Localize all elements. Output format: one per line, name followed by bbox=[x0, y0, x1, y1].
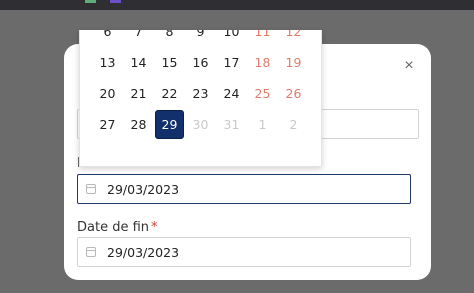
end-date-value: 29/03/2023 bbox=[107, 244, 180, 260]
end-date-label: Date de fin * bbox=[77, 220, 158, 235]
calendar-day[interactable]: 24 bbox=[216, 78, 247, 109]
calendar-icon bbox=[86, 184, 96, 194]
calendar-day: 30 bbox=[192, 117, 209, 132]
calendar-day: 2 bbox=[289, 117, 298, 132]
calendar-day[interactable]: 26 bbox=[278, 78, 309, 109]
calendar-day[interactable]: 20 bbox=[92, 78, 123, 109]
calendar-day-grid: 6 7 8 9 10 11 12 13 14 15 16 17 18 19 20 21 22 23 24 25 26 27… bbox=[92, 30, 309, 140]
date-picker-popup: 6 7 8 9 10 11 12 13 14 15 16 17 18 19 20 21 22 23 24 25 26 27… bbox=[79, 30, 322, 167]
calendar-day[interactable]: 14 bbox=[123, 47, 154, 78]
calendar-day[interactable]: 7 bbox=[123, 30, 154, 47]
calendar-day[interactable]: 21 bbox=[123, 78, 154, 109]
required-marker: * bbox=[151, 220, 158, 235]
start-date-input[interactable]: 29/03/2023 bbox=[77, 174, 411, 204]
calendar-day[interactable]: 13 bbox=[92, 47, 123, 78]
toolbar-tab-marker-active[interactable] bbox=[110, 0, 121, 3]
calendar-day[interactable]: 22 bbox=[154, 78, 185, 109]
calendar-day: 1 bbox=[258, 117, 267, 132]
calendar-day[interactable]: 25 bbox=[247, 78, 278, 109]
calendar-icon bbox=[86, 247, 96, 257]
calendar-day[interactable]: 9 bbox=[185, 30, 216, 47]
end-date-input[interactable]: 29/03/2023 bbox=[77, 237, 411, 267]
calendar-day[interactable]: 15 bbox=[154, 47, 185, 78]
start-date-value: 29/03/2023 bbox=[107, 181, 180, 197]
calendar-day: 31 bbox=[223, 117, 240, 132]
calendar-day[interactable]: 11 bbox=[247, 30, 278, 47]
calendar-day[interactable]: 28 bbox=[123, 109, 154, 140]
toolbar-tab-marker[interactable] bbox=[85, 0, 96, 3]
calendar-day[interactable]: 23 bbox=[185, 78, 216, 109]
calendar-day[interactable]: 8 bbox=[154, 30, 185, 47]
calendar-day[interactable]: 27 bbox=[92, 109, 123, 140]
calendar-day[interactable]: 10 bbox=[216, 30, 247, 47]
calendar-day[interactable]: 16 bbox=[185, 47, 216, 78]
calendar-day[interactable]: 12 bbox=[278, 30, 309, 47]
app-top-bar bbox=[0, 0, 474, 10]
calendar-day[interactable]: 17 bbox=[216, 47, 247, 78]
close-icon[interactable]: × bbox=[401, 58, 417, 74]
calendar-day[interactable]: 19 bbox=[278, 47, 309, 78]
calendar-day[interactable]: 6 bbox=[92, 30, 123, 47]
calendar-day-selected[interactable]: 29 bbox=[155, 110, 184, 139]
calendar-day[interactable]: 18 bbox=[247, 47, 278, 78]
